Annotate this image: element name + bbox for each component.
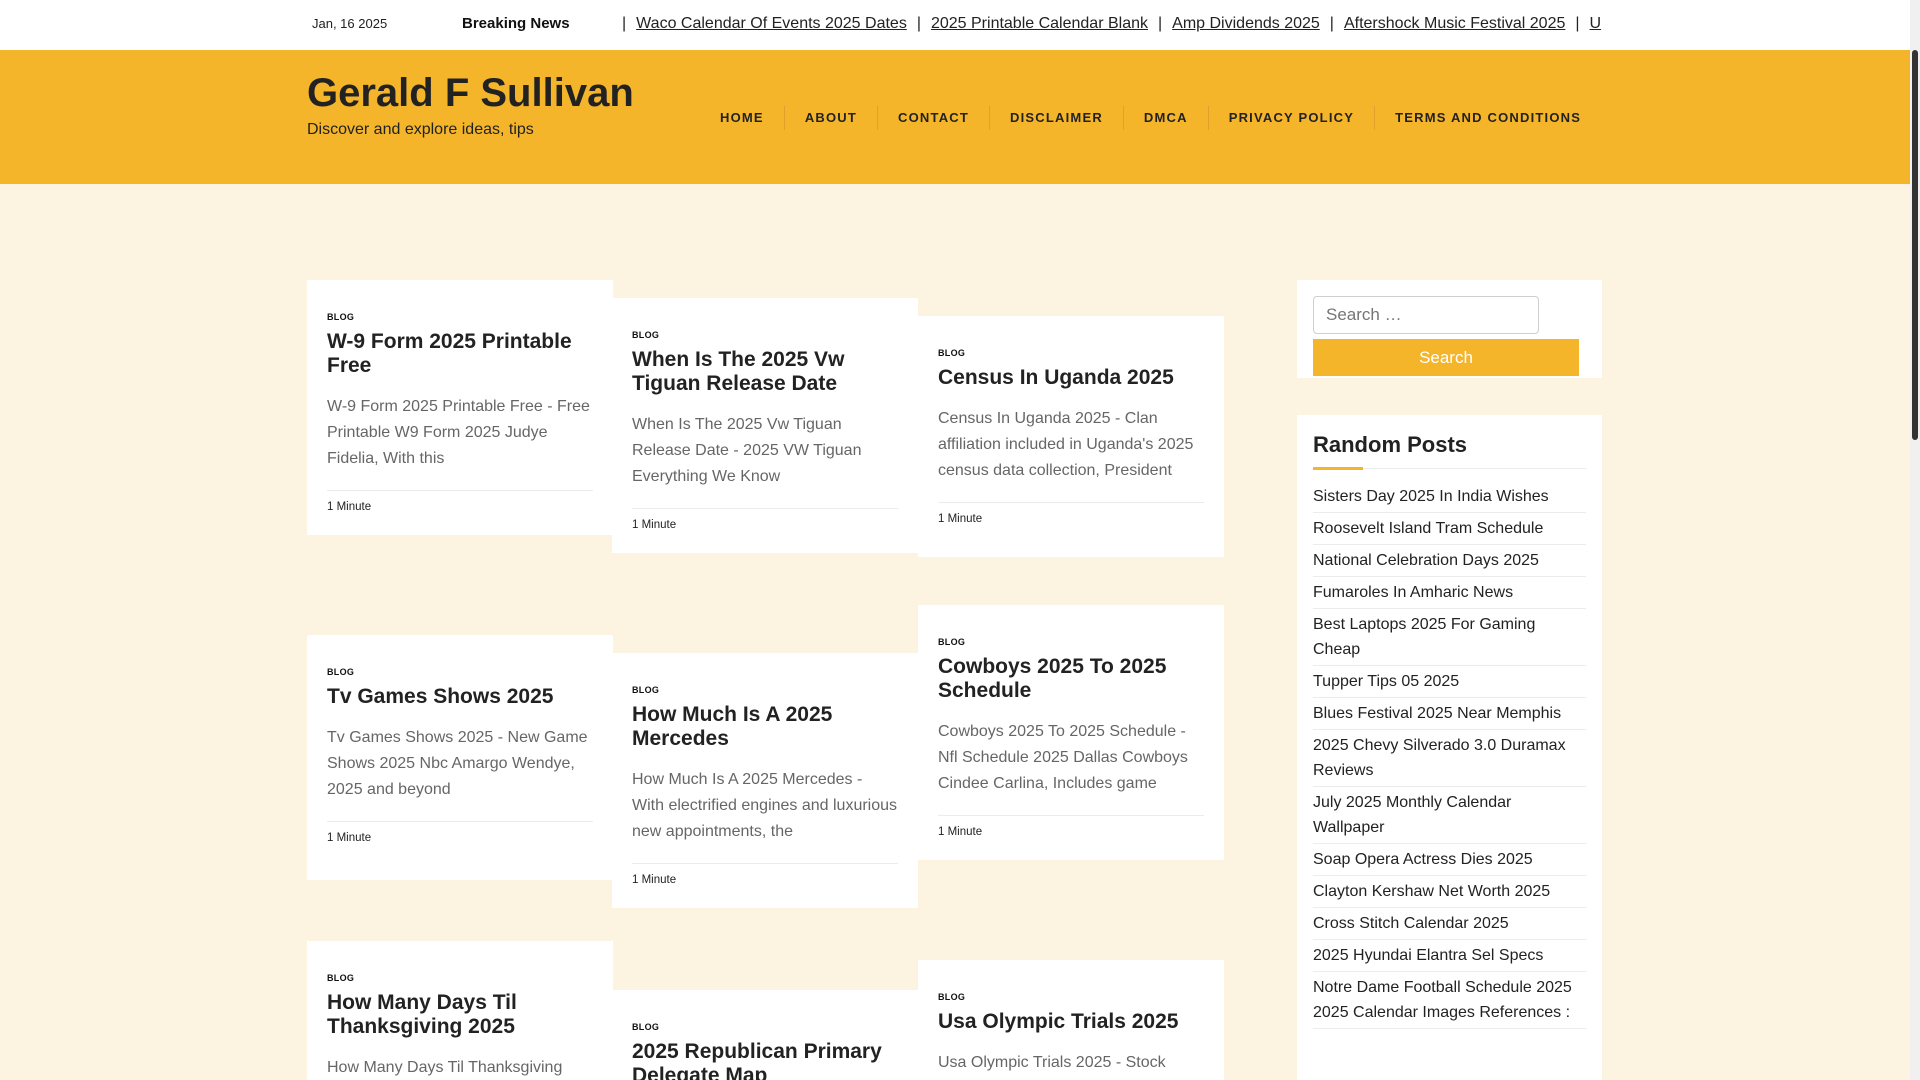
nav-about[interactable]: ABOUT <box>785 106 879 130</box>
post-divider <box>327 821 593 822</box>
site-header: Gerald F Sullivan Discover and explore i… <box>0 50 1910 184</box>
random-post-link[interactable]: Fumaroles In Amharic News <box>1313 577 1586 609</box>
ticker-separator: | <box>916 15 921 32</box>
post-excerpt: Census In Uganda 2025 - Clan affiliation… <box>938 410 1194 479</box>
site-description: Discover and explore ideas, tips <box>307 121 534 138</box>
random-post-link[interactable]: Soap Opera Actress Dies 2025 <box>1313 844 1586 876</box>
current-date: Jan, 16 2025 <box>312 16 388 31</box>
random-posts-widget: Random Posts Sisters Day 2025 In India W… <box>1297 415 1602 1080</box>
post-read-time: 1 Minute <box>632 874 677 886</box>
random-post-link[interactable]: July 2025 Monthly Calendar Wallpaper <box>1313 787 1586 844</box>
post-divider <box>327 490 593 491</box>
post-divider <box>632 863 898 864</box>
post-excerpt: How Many Days Til Thanksgiving 2025 - Ho… <box>327 1059 563 1076</box>
post-divider <box>632 508 898 509</box>
random-posts-list: Sisters Day 2025 In India Wishes Rooseve… <box>1313 481 1586 1029</box>
nav-terms-and-conditions[interactable]: TERMS AND CONDITIONS <box>1375 106 1601 130</box>
scrollbar-thumb[interactable] <box>1912 50 1918 440</box>
random-post-link[interactable]: Best Laptops 2025 For Gaming Cheap <box>1313 609 1586 666</box>
post-category[interactable]: BLOG <box>632 330 898 340</box>
nav-contact[interactable]: CONTACT <box>878 106 991 130</box>
post-title[interactable]: Census In Uganda 2025 <box>938 366 1204 390</box>
post-title[interactable]: How Many Days Til Thanksgiving 2025 <box>327 991 593 1039</box>
breaking-news-ticker: s| Waco Calendar Of Events 2025 Dates| 2… <box>612 0 1612 50</box>
ticker-separator: | <box>1329 15 1334 32</box>
post-category[interactable]: BLOG <box>938 348 1204 358</box>
post-title[interactable]: Cowboys 2025 To 2025 Schedule <box>938 655 1204 703</box>
post-excerpt: W-9 Form 2025 Printable Free - Free Prin… <box>327 398 590 467</box>
post-title[interactable]: W-9 Form 2025 Printable Free <box>327 330 593 378</box>
random-post-link[interactable]: Tupper Tips 05 2025 <box>1313 666 1586 698</box>
post-read-time: 1 Minute <box>632 519 677 531</box>
ticker-link[interactable]: U <box>1590 15 1602 33</box>
post-read-time: 1 Minute <box>327 501 372 513</box>
post-title[interactable]: When Is The 2025 Vw Tiguan Release Date <box>632 348 898 396</box>
post-excerpt: Cowboys 2025 To 2025 Schedule - Nfl Sche… <box>938 723 1188 792</box>
ticker-link[interactable]: Waco Calendar Of Events 2025 Dates <box>636 15 907 33</box>
post-card: BLOG When Is The 2025 Vw Tiguan Release … <box>612 298 918 553</box>
random-post-link[interactable]: Clayton Kershaw Net Worth 2025 <box>1313 876 1586 908</box>
post-card: BLOG Usa Olympic Trials 2025 Usa Olympic… <box>918 960 1224 1080</box>
nav-disclaimer[interactable]: DISCLAIMER <box>990 106 1124 130</box>
ticker-separator: | <box>1575 15 1580 32</box>
post-category[interactable]: BLOG <box>632 685 898 695</box>
post-category[interactable]: BLOG <box>938 637 1204 647</box>
post-card: BLOG W-9 Form 2025 Printable Free W-9 Fo… <box>307 280 613 535</box>
post-title[interactable]: How Much Is A 2025 Mercedes <box>632 703 898 751</box>
post-card: BLOG 2025 Republican Primary Delegate Ma… <box>612 990 918 1080</box>
post-card: BLOG Census In Uganda 2025 Census In Uga… <box>918 316 1224 557</box>
post-card: BLOG How Many Days Til Thanksgiving 2025… <box>307 941 613 1080</box>
post-category[interactable]: BLOG <box>327 312 593 322</box>
post-read-time: 1 Minute <box>938 826 983 838</box>
random-post-link[interactable]: Blues Festival 2025 Near Memphis <box>1313 698 1586 730</box>
post-excerpt: Usa Olympic Trials 2025 - Stock <box>938 1054 1166 1071</box>
post-category[interactable]: BLOG <box>327 973 593 983</box>
random-post-link[interactable]: 2025 Hyundai Elantra Sel Specs <box>1313 940 1586 972</box>
ticker-link[interactable]: Amp Dividends 2025 <box>1172 15 1320 33</box>
random-post-link[interactable]: National Celebration Days 2025 <box>1313 545 1586 577</box>
page-scrollbar[interactable] <box>1910 0 1920 1080</box>
post-category[interactable]: BLOG <box>632 1022 898 1032</box>
widget-title-underline <box>1313 467 1586 470</box>
search-button[interactable]: Search <box>1313 339 1579 376</box>
ticker-link[interactable]: Aftershock Music Festival 2025 <box>1344 15 1565 33</box>
search-input[interactable] <box>1313 296 1539 334</box>
post-title[interactable]: 2025 Republican Primary Delegate Map <box>632 1040 898 1080</box>
nav-dmca[interactable]: DMCA <box>1124 106 1209 130</box>
post-excerpt: How Much Is A 2025 Mercedes - With elect… <box>632 771 898 840</box>
post-divider <box>938 815 1204 816</box>
search-widget: Search <box>1297 280 1602 378</box>
ticker-separator: | <box>622 15 627 32</box>
random-post-link[interactable]: Roosevelt Island Tram Schedule <box>1313 513 1586 545</box>
post-card: BLOG How Much Is A 2025 Mercedes How Muc… <box>612 653 918 908</box>
random-posts-title: Random Posts <box>1313 432 1468 457</box>
post-title[interactable]: Tv Games Shows 2025 <box>327 685 593 709</box>
post-read-time: 1 Minute <box>327 832 372 844</box>
post-read-time: 1 Minute <box>938 513 983 525</box>
breaking-news-label: Breaking News <box>462 15 570 32</box>
nav-privacy-policy[interactable]: PRIVACY POLICY <box>1209 106 1376 130</box>
random-post-link[interactable]: Sisters Day 2025 In India Wishes <box>1313 481 1586 513</box>
main-nav: HOME ABOUT CONTACT DISCLAIMER DMCA PRIVA… <box>700 106 1601 130</box>
ticker-link[interactable]: 2025 Printable Calendar Blank <box>931 15 1148 33</box>
random-post-link[interactable]: Cross Stitch Calendar 2025 <box>1313 908 1586 940</box>
post-title[interactable]: Usa Olympic Trials 2025 <box>938 1010 1204 1034</box>
post-excerpt: Tv Games Shows 2025 - New Game Shows 202… <box>327 729 588 798</box>
random-post-link[interactable]: 2025 Chevy Silverado 3.0 Duramax Reviews <box>1313 730 1586 787</box>
post-divider <box>938 502 1204 503</box>
post-category[interactable]: BLOG <box>938 992 1204 1002</box>
post-category[interactable]: BLOG <box>327 667 593 677</box>
ticker-separator: | <box>1158 15 1163 32</box>
post-card: BLOG Cowboys 2025 To 2025 Schedule Cowbo… <box>918 605 1224 860</box>
nav-home[interactable]: HOME <box>700 106 785 130</box>
site-title[interactable]: Gerald F Sullivan <box>307 71 634 116</box>
post-excerpt: When Is The 2025 Vw Tiguan Release Date … <box>632 416 862 485</box>
random-post-link[interactable]: Notre Dame Football Schedule 2025 2025 C… <box>1313 972 1586 1029</box>
top-bar: Jan, 16 2025 Breaking News s| Waco Calen… <box>0 0 1910 50</box>
post-card: BLOG Tv Games Shows 2025 Tv Games Shows … <box>307 635 613 880</box>
